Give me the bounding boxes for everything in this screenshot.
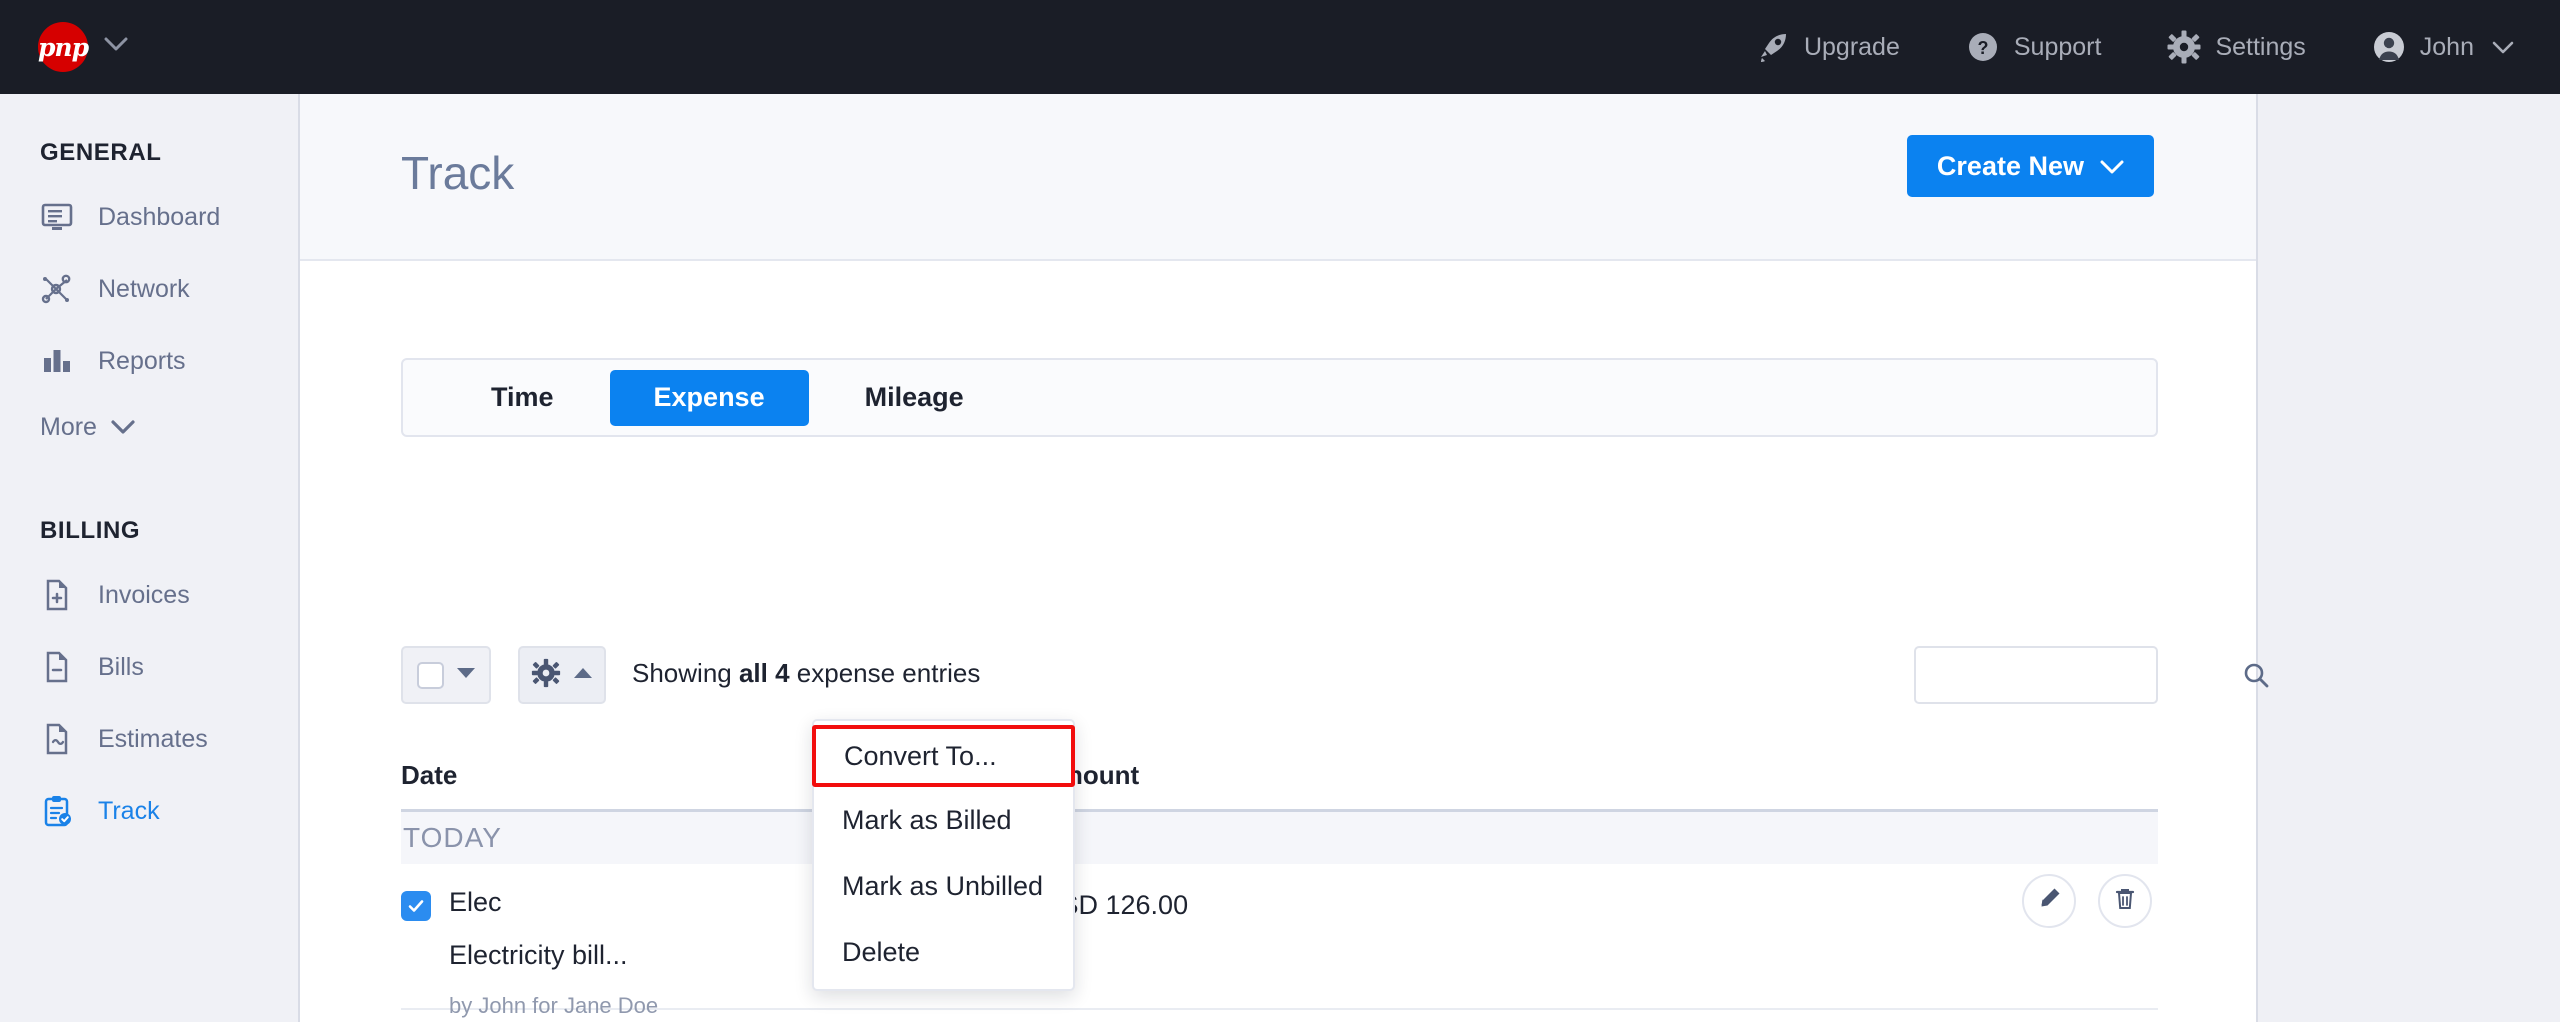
- sidebar-item-track[interactable]: Track: [0, 775, 298, 847]
- edit-row-button[interactable]: [2022, 874, 2076, 928]
- row-meta: by John for Jane Doe: [449, 993, 1041, 1019]
- showing-prefix: Showing: [632, 658, 739, 688]
- caret-up-icon: [573, 666, 593, 684]
- sidebar-item-estimates-label: Estimates: [98, 725, 208, 754]
- user-circle-icon: [2372, 30, 2406, 64]
- sidebar-item-bills[interactable]: Bills: [0, 631, 298, 703]
- sidebar-item-invoices[interactable]: Invoices: [0, 559, 298, 631]
- trash-icon: [2112, 886, 2138, 917]
- logo-circle-icon: pnp: [38, 22, 88, 72]
- brand-logo[interactable]: pnp: [38, 22, 128, 72]
- sidebar-more-toggle[interactable]: More: [0, 397, 298, 457]
- column-header-amount: Amount: [1041, 760, 1561, 791]
- nav-upgrade-label: Upgrade: [1804, 33, 1900, 62]
- search-icon[interactable]: [2242, 661, 2270, 689]
- search-input[interactable]: [1916, 661, 2242, 689]
- document-plus-icon: [40, 578, 78, 612]
- main-content: Track Create New Time Expense Mileage: [300, 94, 2258, 1022]
- nav-upgrade[interactable]: Upgrade: [1756, 30, 1900, 64]
- nav-support[interactable]: ? Support: [1966, 30, 2102, 64]
- create-new-button[interactable]: Create New: [1907, 135, 2154, 197]
- row-actions: [2022, 874, 2152, 928]
- sidebar: GENERAL Dashboard: [0, 94, 300, 1022]
- tab-expense[interactable]: Expense: [610, 370, 809, 426]
- sidebar-section-general: GENERAL: [40, 139, 298, 167]
- select-all-checkbox[interactable]: [417, 662, 444, 689]
- group-row-today: TODAY: [401, 812, 2158, 864]
- top-nav: Upgrade ? Support: [1690, 30, 2514, 64]
- bar-chart-icon: [40, 344, 78, 378]
- nav-user[interactable]: John: [2372, 30, 2514, 64]
- sidebar-item-estimates[interactable]: Estimates: [0, 703, 298, 775]
- bulk-actions-button[interactable]: [518, 646, 606, 704]
- chevron-down-icon[interactable]: [104, 37, 128, 57]
- sidebar-item-invoices-label: Invoices: [98, 581, 190, 610]
- sidebar-item-dashboard-label: Dashboard: [98, 203, 220, 232]
- page-header: Track Create New: [300, 94, 2256, 261]
- nav-support-label: Support: [2014, 33, 2102, 62]
- create-new-label: Create New: [1937, 151, 2084, 182]
- caret-down-icon: [456, 666, 476, 684]
- showing-count-text: Showing all 4 expense entries: [632, 658, 980, 689]
- table-row[interactable]: Elec Electricity bill... by John for Jan…: [401, 864, 2158, 1010]
- delete-row-button[interactable]: [2098, 874, 2152, 928]
- search-box[interactable]: [1914, 646, 2158, 704]
- sidebar-item-reports-label: Reports: [98, 347, 186, 376]
- sidebar-item-reports[interactable]: Reports: [0, 325, 298, 397]
- select-all-dropdown-button[interactable]: [401, 646, 491, 704]
- tab-mileage[interactable]: Mileage: [821, 370, 1008, 426]
- gear-icon: [2167, 30, 2201, 64]
- table-header-row: Date Amount: [401, 742, 2158, 812]
- showing-strong: all 4: [739, 658, 790, 688]
- rocket-icon: [1756, 30, 1790, 64]
- sidebar-item-dashboard[interactable]: Dashboard: [0, 181, 298, 253]
- chevron-down-icon: [2100, 151, 2124, 182]
- tab-time[interactable]: Time: [447, 370, 598, 426]
- top-bar: pnp Upgrade ?: [0, 0, 2560, 94]
- menu-item-convert-to[interactable]: Convert To...: [812, 725, 1075, 787]
- bulk-actions-menu: Convert To... Mark as Billed Mark as Unb…: [812, 719, 1075, 991]
- sidebar-item-network[interactable]: Network: [0, 253, 298, 325]
- list-toolbar: Showing all 4 expense entries: [401, 646, 2158, 708]
- document-minus-icon: [40, 650, 78, 684]
- group-label: TODAY: [403, 822, 502, 854]
- sidebar-item-track-label: Track: [98, 797, 160, 826]
- sidebar-section-billing: BILLING: [40, 517, 298, 545]
- pencil-icon: [2036, 886, 2062, 917]
- sidebar-item-network-label: Network: [98, 275, 190, 304]
- nav-settings[interactable]: Settings: [2167, 30, 2305, 64]
- page-title: Track: [401, 146, 514, 200]
- sidebar-more-label: More: [40, 413, 97, 442]
- expense-entries-table: Date Amount TODAY Elec Electricity bill.…: [401, 742, 2158, 1010]
- row-amount: USD 126.00: [1041, 888, 1561, 921]
- question-circle-icon: ?: [1966, 30, 2000, 64]
- chevron-down-icon: [111, 413, 135, 442]
- sidebar-item-bills-label: Bills: [98, 653, 144, 682]
- network-nodes-icon: [40, 272, 78, 306]
- logo-text: pnp: [38, 35, 88, 60]
- monitor-icon: [40, 200, 78, 234]
- svg-text:?: ?: [1977, 38, 1988, 58]
- entry-type-tabs: Time Expense Mileage: [401, 358, 2158, 437]
- nav-settings-label: Settings: [2215, 33, 2305, 62]
- nav-user-label: John: [2420, 33, 2474, 62]
- row-checkbox[interactable]: [401, 891, 431, 921]
- chevron-down-icon[interactable]: [2492, 33, 2514, 62]
- clipboard-check-icon: [40, 794, 78, 828]
- gear-icon: [531, 658, 561, 693]
- document-tilde-icon: [40, 722, 78, 756]
- menu-item-mark-as-billed[interactable]: Mark as Billed: [814, 787, 1073, 853]
- menu-item-mark-as-unbilled[interactable]: Mark as Unbilled: [814, 853, 1073, 919]
- menu-item-delete[interactable]: Delete: [814, 919, 1073, 985]
- showing-suffix: expense entries: [790, 658, 981, 688]
